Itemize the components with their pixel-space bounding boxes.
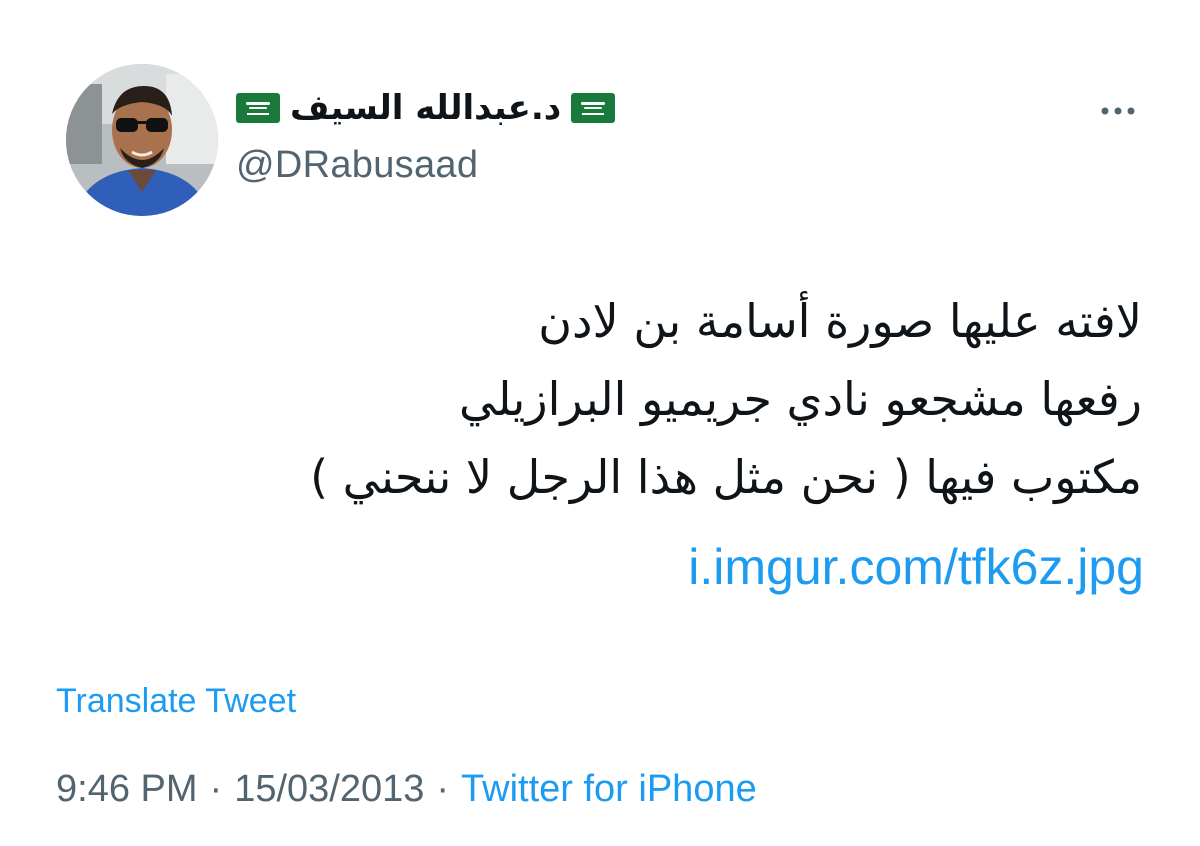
more-horizontal-icon (1101, 107, 1135, 115)
tweet-card: د.عبدالله السيف @DRabusaad لافته عليها ص… (0, 0, 1200, 846)
tweet-text-line: لافته عليها صورة أسامة بن لادن (538, 294, 1142, 348)
tweet-text-line: مكتوب فيها ( نحن مثل هذا الرجل لا ننحني … (310, 450, 1142, 504)
meta-separator: · (436, 768, 450, 810)
tweet-date[interactable]: 15/03/2013 (234, 768, 424, 811)
user-handle[interactable]: @DRabusaad (236, 144, 478, 187)
saudi-flag-icon (571, 93, 616, 123)
meta-separator: · (209, 768, 223, 810)
tweet-text: لافته عليها صورة أسامة بن لادن رفعها مشج… (62, 282, 1142, 516)
display-name[interactable]: د.عبدالله السيف (290, 88, 561, 128)
more-options-button[interactable] (1098, 96, 1138, 126)
name-row: د.عبدالله السيف (236, 84, 616, 132)
translate-tweet-link[interactable]: Translate Tweet (56, 682, 296, 721)
tweet-text-line: رفعها مشجعو نادي جريميو البرازيلي (458, 372, 1142, 426)
saudi-flag-icon (236, 93, 280, 123)
avatar[interactable] (66, 64, 218, 216)
tweet-source[interactable]: Twitter for iPhone (461, 768, 757, 811)
avatar-image (66, 64, 218, 216)
tweet-link[interactable]: i.imgur.com/tfk6z.jpg (688, 538, 1144, 596)
tweet-time[interactable]: 9:46 PM (56, 768, 198, 811)
tweet-meta: 9:46 PM · 15/03/2013 · Twitter for iPhon… (56, 768, 757, 811)
